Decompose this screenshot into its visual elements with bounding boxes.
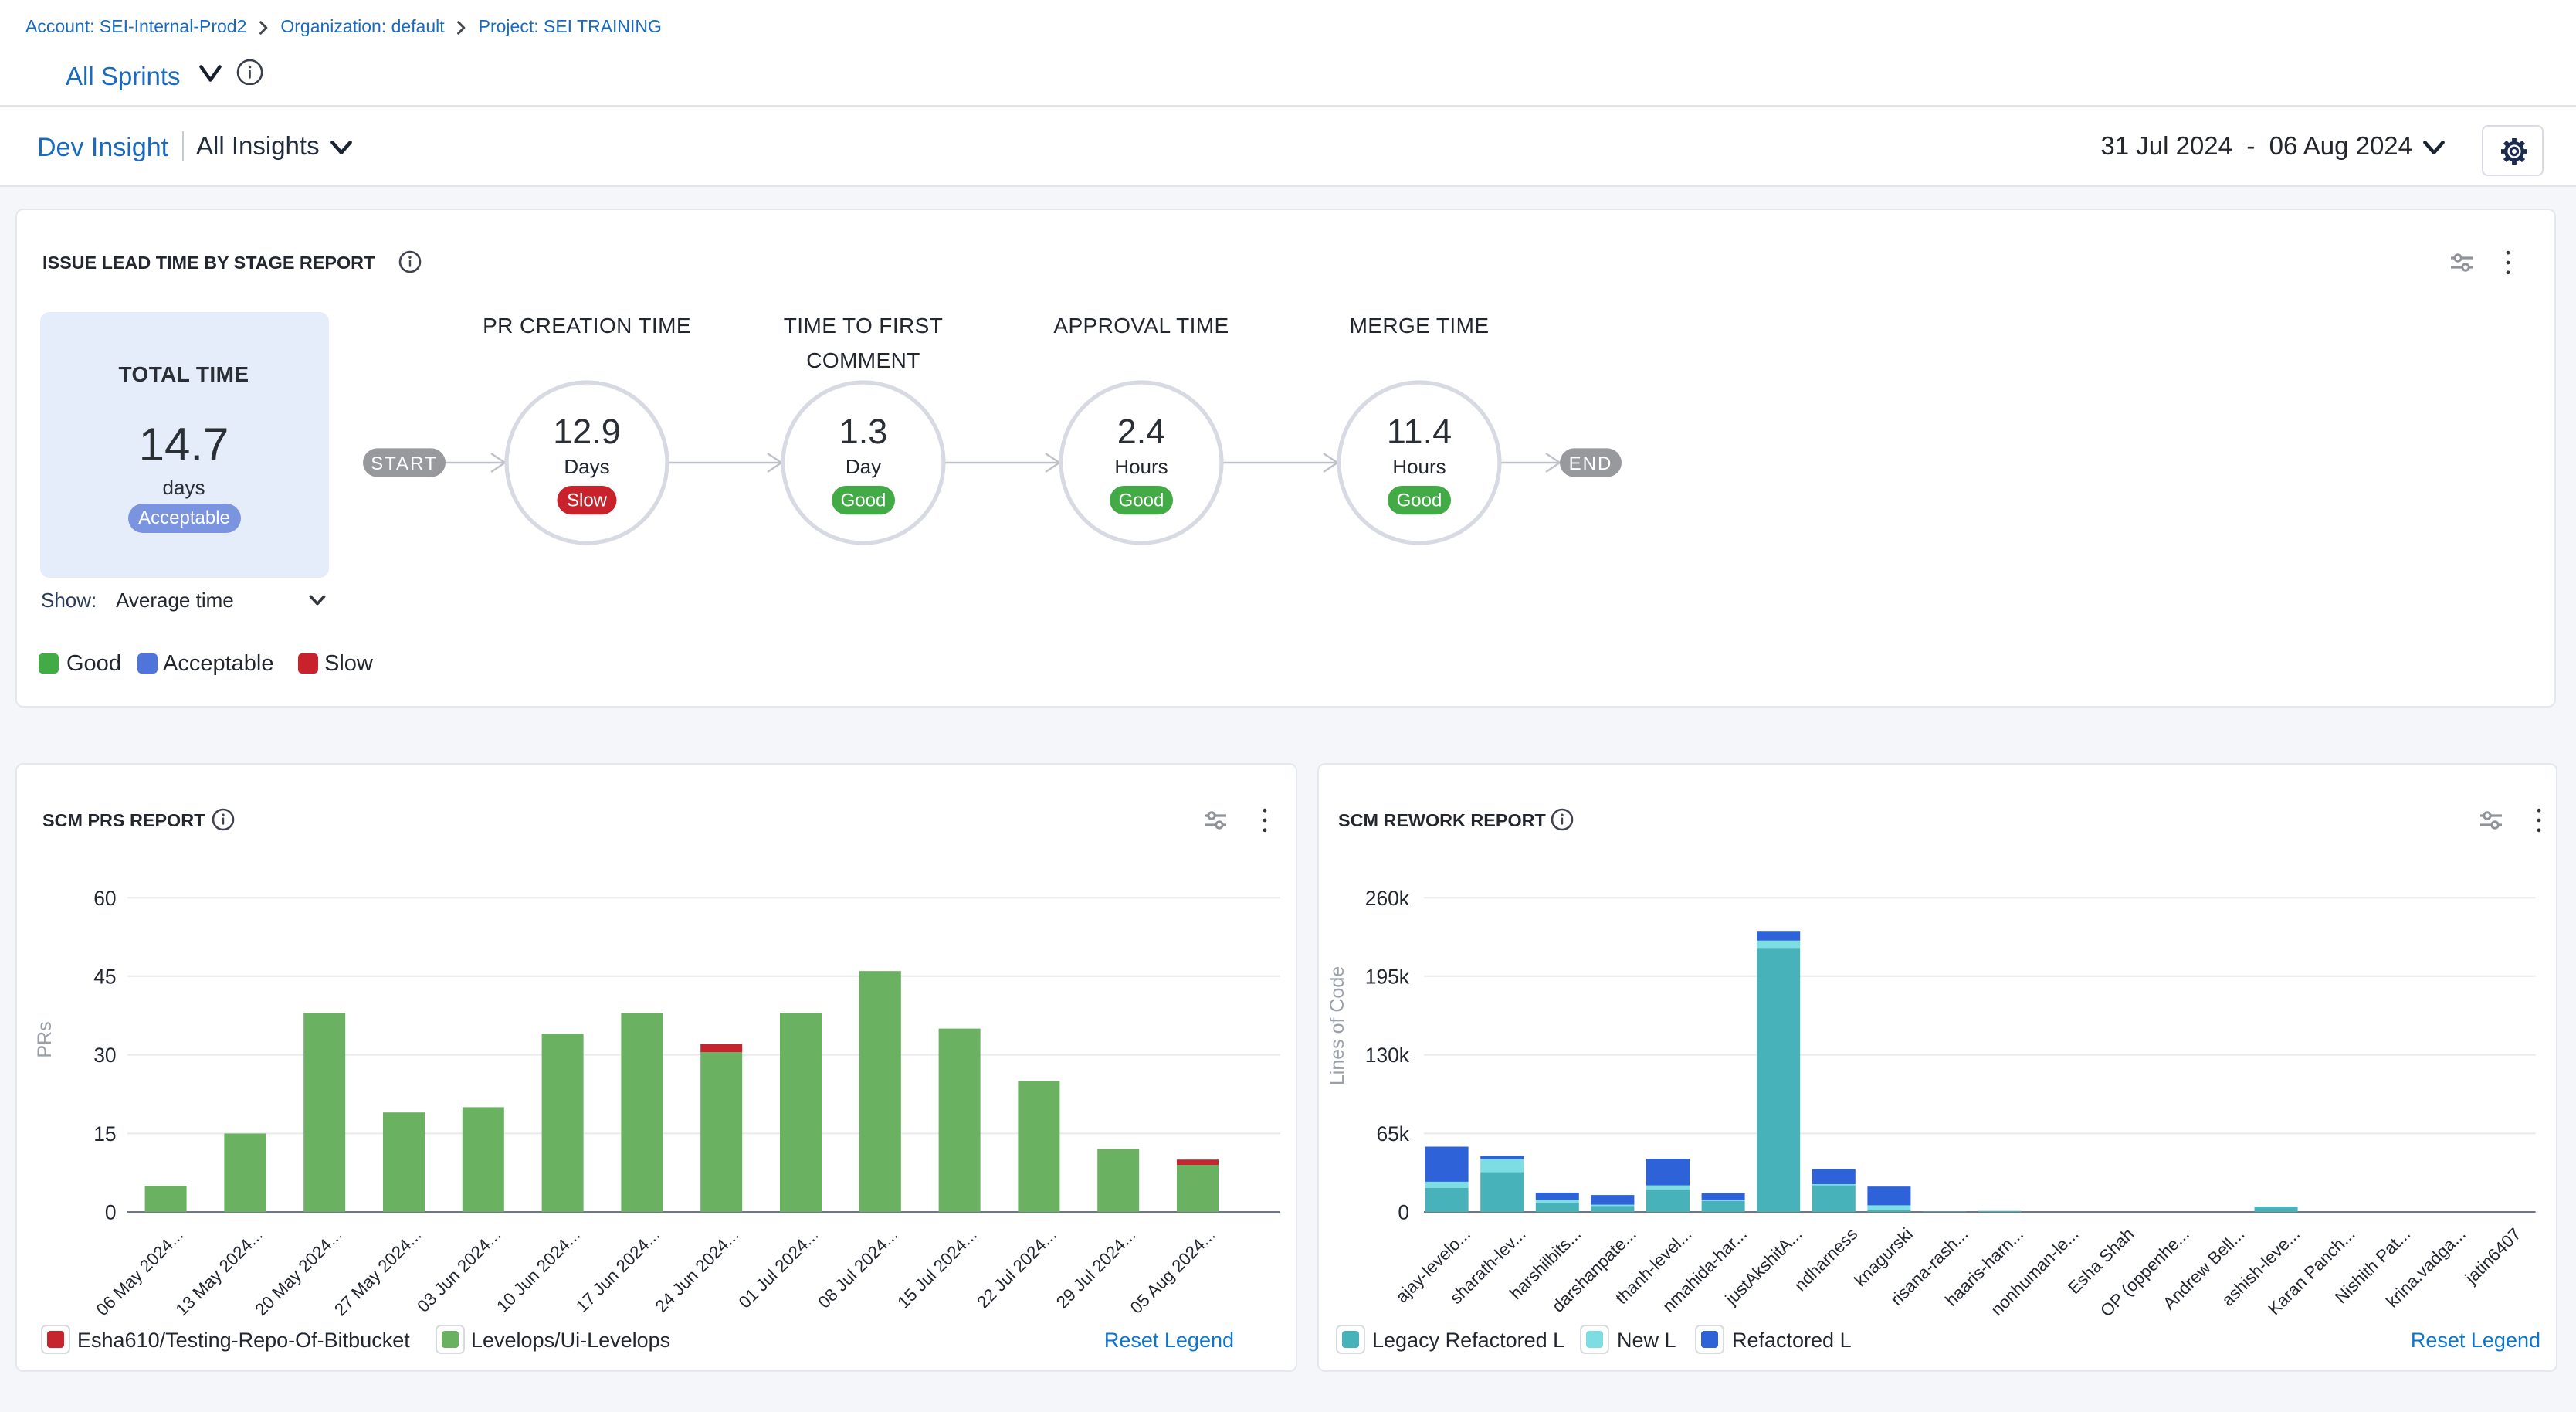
svg-text:10 Jun 2024...: 10 Jun 2024... <box>493 1225 584 1316</box>
svg-text:15: 15 <box>93 1122 116 1146</box>
svg-text:2.4: 2.4 <box>1117 412 1166 451</box>
svg-text:END: END <box>1569 453 1613 474</box>
svg-text:Esha610/Testing-Repo-Of-Bitbuc: Esha610/Testing-Repo-Of-Bitbucket <box>77 1329 410 1352</box>
svg-text:03 Jun 2024...: 03 Jun 2024... <box>413 1225 504 1316</box>
svg-text:60: 60 <box>93 887 116 910</box>
svg-text:1.3: 1.3 <box>839 412 888 451</box>
svg-text:APPROVAL TIME: APPROVAL TIME <box>1053 314 1229 338</box>
svg-text:Days: Days <box>564 455 609 478</box>
svg-text:Legacy Refactored L: Legacy Refactored L <box>1371 1329 1564 1352</box>
svg-text:12.9: 12.9 <box>553 412 621 451</box>
svg-text:New L: New L <box>1616 1329 1676 1352</box>
svg-text:0: 0 <box>1397 1201 1408 1224</box>
svg-text:195k: 195k <box>1364 966 1409 989</box>
svg-text:Good: Good <box>1397 490 1442 511</box>
svg-text:Reset Legend: Reset Legend <box>2410 1329 2540 1352</box>
svg-text:130k: 130k <box>1364 1044 1409 1067</box>
svg-text:Levelops/Ui-Levelops: Levelops/Ui-Levelops <box>471 1329 670 1352</box>
svg-text:01 Jul 2024...: 01 Jul 2024... <box>735 1225 822 1312</box>
svg-text:Hours: Hours <box>1114 455 1168 478</box>
svg-text:29 Jul 2024...: 29 Jul 2024... <box>1052 1225 1140 1312</box>
svg-text:45: 45 <box>93 966 116 989</box>
svg-text:Slow: Slow <box>567 490 608 511</box>
svg-text:15 Jul 2024...: 15 Jul 2024... <box>893 1225 981 1312</box>
svg-text:PRs: PRs <box>34 1021 56 1057</box>
svg-text:Good: Good <box>1119 490 1164 511</box>
svg-text:260k: 260k <box>1364 887 1409 910</box>
svg-text:Hours: Hours <box>1392 455 1446 478</box>
svg-text:TIME TO FIRST: TIME TO FIRST <box>784 314 943 338</box>
svg-text:Day: Day <box>846 455 881 478</box>
svg-text:Lines of Code: Lines of Code <box>1326 966 1347 1085</box>
svg-text:08 Jul 2024...: 08 Jul 2024... <box>815 1225 902 1312</box>
svg-text:START: START <box>371 453 437 474</box>
svg-text:17 Jun 2024...: 17 Jun 2024... <box>572 1225 663 1316</box>
svg-text:24 Jun 2024...: 24 Jun 2024... <box>652 1225 743 1316</box>
svg-text:MERGE TIME: MERGE TIME <box>1350 314 1490 338</box>
svg-text:05 Aug 2024...: 05 Aug 2024... <box>1127 1225 1219 1318</box>
svg-text:0: 0 <box>105 1201 117 1224</box>
svg-text:Refactored L: Refactored L <box>1731 1329 1851 1352</box>
svg-text:65k: 65k <box>1375 1122 1408 1146</box>
svg-text:22 Jul 2024...: 22 Jul 2024... <box>973 1225 1060 1312</box>
svg-text:jatin6407: jatin6407 <box>2460 1224 2524 1288</box>
svg-text:Reset Legend: Reset Legend <box>1104 1329 1234 1352</box>
svg-text:PR CREATION TIME: PR CREATION TIME <box>483 314 691 338</box>
svg-text:30: 30 <box>93 1044 116 1067</box>
svg-text:COMMENT: COMMENT <box>806 348 920 372</box>
svg-text:11.4: 11.4 <box>1387 412 1452 451</box>
svg-text:Good: Good <box>841 490 886 511</box>
